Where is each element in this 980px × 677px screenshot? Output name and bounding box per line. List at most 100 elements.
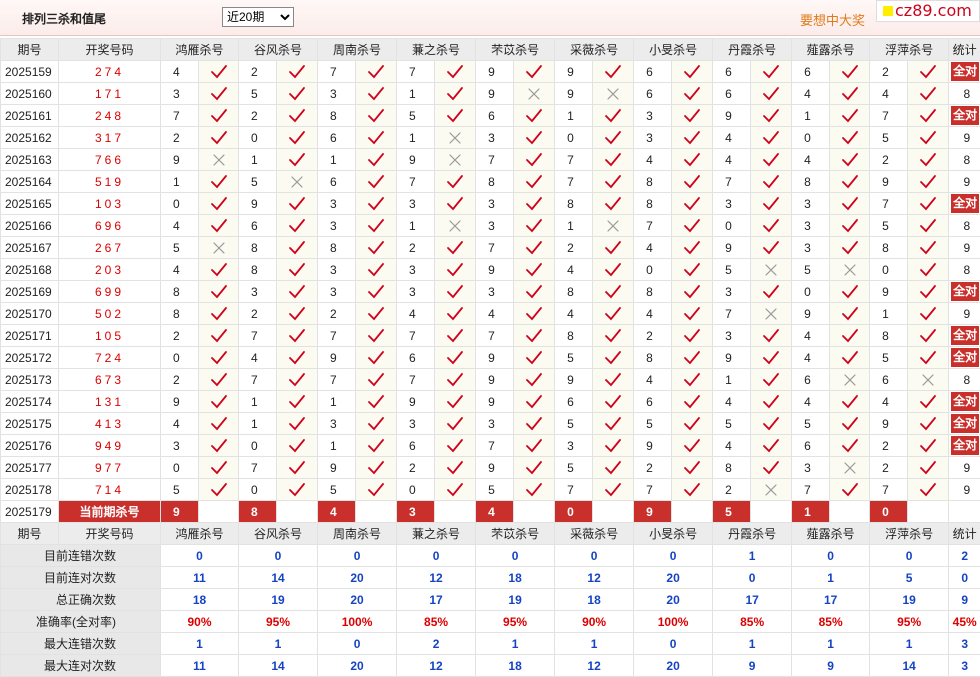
result-mark-cell [672, 435, 713, 457]
kill-number-cell: 3 [792, 457, 830, 479]
cross-icon [288, 174, 306, 190]
kill-number-cell: 0 [792, 127, 830, 149]
result-mark-cell [356, 281, 397, 303]
check-icon [367, 218, 385, 234]
result-mark-cell [356, 479, 397, 501]
kill-number-cell: 8 [870, 237, 908, 259]
page-title: 排列三杀和值尾 [22, 10, 106, 27]
result-mark-cell [751, 237, 792, 259]
result-mark-cell [593, 369, 634, 391]
result-mark-cell [593, 281, 634, 303]
period-cell: 2025173 [1, 369, 59, 391]
cross-icon [446, 218, 464, 234]
summary-label: 总正确次数 [1, 589, 161, 611]
result-mark-cell [514, 369, 555, 391]
result-mark-cell [199, 61, 239, 83]
kill-number-cell: 1 [555, 105, 593, 127]
result-mark-cell [830, 391, 870, 413]
result-mark-cell [277, 237, 318, 259]
check-icon [367, 152, 385, 168]
result-mark-cell [356, 347, 397, 369]
table-header: 期号开奖号码鸿雁杀号谷风杀号周南杀号蒹之杀号芣苡杀号采薇杀号小旻杀号丹霞杀号薤露… [1, 39, 980, 61]
current-kill-number: 9 [634, 501, 672, 523]
check-icon [288, 130, 306, 146]
site-logo[interactable]: cz89.com [876, 0, 980, 22]
kill-number-cell: 9 [476, 457, 514, 479]
summary-value: 11 [161, 655, 239, 677]
check-icon [446, 240, 464, 256]
check-icon [525, 394, 543, 410]
result-mark-cell [435, 127, 476, 149]
kill-number-cell: 6 [713, 61, 751, 83]
result-mark-cell [672, 171, 713, 193]
check-icon [604, 372, 622, 388]
result-mark-cell [751, 325, 792, 347]
result-mark-cell [908, 149, 949, 171]
result-mark-cell [199, 325, 239, 347]
check-icon [367, 262, 385, 278]
result-mark-cell [356, 105, 397, 127]
summary-value: 1 [792, 633, 870, 655]
col-expert: 薤露杀号 [792, 523, 870, 545]
result-mark-cell [751, 61, 792, 83]
check-icon [762, 328, 780, 344]
kill-number-cell: 4 [713, 391, 751, 413]
blank-cell [672, 501, 713, 523]
table-row: 20251612487285613917全对 [1, 105, 980, 127]
kill-number-cell: 3 [713, 281, 751, 303]
result-mark-cell [199, 413, 239, 435]
result-mark-cell [830, 105, 870, 127]
check-icon [762, 108, 780, 124]
kill-number-cell: 7 [397, 325, 435, 347]
total-cell: 8 [949, 83, 980, 105]
check-icon [841, 240, 859, 256]
kill-number-cell: 3 [792, 237, 830, 259]
result-mark-cell [908, 193, 949, 215]
col-expert: 芣苡杀号 [476, 39, 555, 61]
kill-number-cell: 6 [634, 61, 672, 83]
result-mark-cell [277, 281, 318, 303]
check-icon [288, 438, 306, 454]
check-icon [367, 482, 385, 498]
table-row: 20251711052777782348全对 [1, 325, 980, 347]
check-icon [604, 174, 622, 190]
kill-number-cell: 7 [397, 61, 435, 83]
check-icon [288, 482, 306, 498]
summary-value: 18 [476, 655, 555, 677]
table-row: 202517367327779941668 [1, 369, 980, 391]
kill-number-cell: 8 [318, 105, 356, 127]
total-cell: 全对 [949, 325, 980, 347]
table-row: 202516017135319966448 [1, 83, 980, 105]
kill-number-cell: 9 [476, 391, 514, 413]
blank-cell [356, 501, 397, 523]
result-mark-cell [435, 83, 476, 105]
result-mark-cell [435, 61, 476, 83]
kill-number-cell: 6 [318, 127, 356, 149]
kill-number-cell: 0 [239, 479, 277, 501]
check-icon [604, 394, 622, 410]
check-icon [525, 130, 543, 146]
cross-icon [604, 86, 622, 102]
kill-number-cell: 9 [239, 193, 277, 215]
kill-number-cell: 1 [713, 369, 751, 391]
summary-value: 20 [318, 589, 397, 611]
result-mark-cell [908, 391, 949, 413]
check-icon [525, 152, 543, 168]
result-mark-cell [356, 413, 397, 435]
table-row: 202516820348339405508 [1, 259, 980, 281]
result-mark-cell [672, 61, 713, 83]
kill-number-cell: 4 [161, 259, 199, 281]
kill-number-cell: 3 [713, 193, 751, 215]
result-mark-cell [908, 325, 949, 347]
check-icon [525, 460, 543, 476]
promo-link[interactable]: 要想中大奖 [800, 10, 865, 29]
result-mark-cell [514, 149, 555, 171]
kill-number-cell: 1 [239, 413, 277, 435]
result-mark-cell [830, 83, 870, 105]
summary-value: 2 [397, 633, 476, 655]
check-icon [446, 460, 464, 476]
draw-number-cell: 203 [59, 259, 161, 281]
cross-icon [762, 482, 780, 498]
period-range-select[interactable]: 近20期 [222, 7, 294, 27]
check-icon [919, 284, 937, 300]
